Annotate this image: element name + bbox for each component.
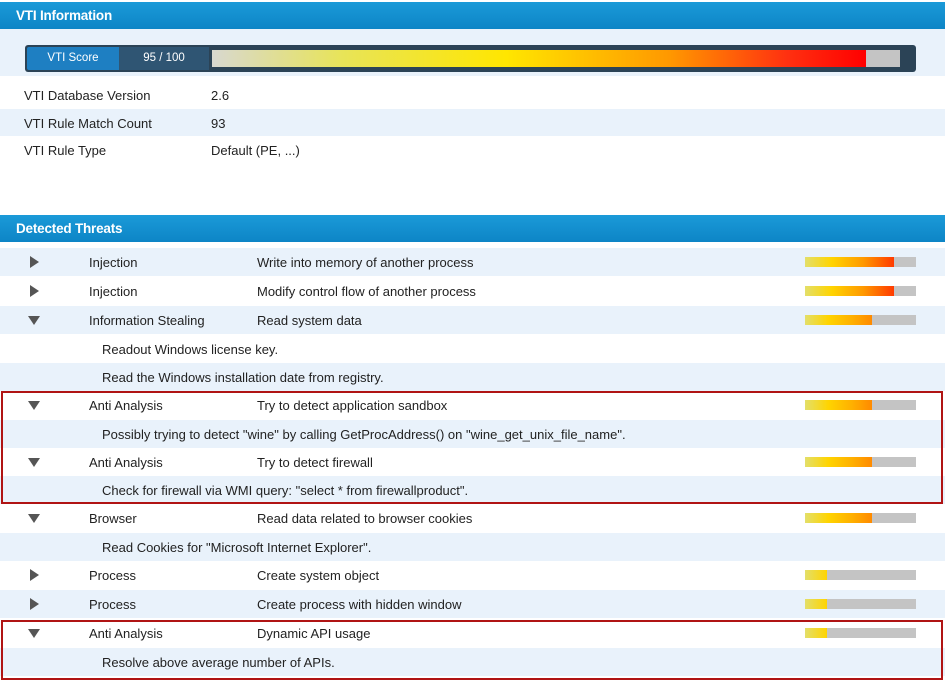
expand-arrow-icon[interactable] [27,255,41,269]
severity-bar [805,400,916,410]
db-version-value: 2.6 [211,88,230,103]
severity-fill [805,286,894,296]
vti-score-panel: VTI Score 95 / 100 [0,29,945,76]
vti-score-track [212,50,900,67]
collapse-arrow-icon[interactable] [27,313,41,327]
db-version-label: VTI Database Version [24,88,151,103]
threat-detail: Readout Windows license key. [0,335,945,363]
threat-detail: Resolve above average number of APIs. [0,648,945,676]
rule-count-label: VTI Rule Match Count [24,116,152,131]
collapse-arrow-icon[interactable] [27,511,41,525]
threat-category: Anti Analysis [89,626,163,641]
vti-score-bar: VTI Score 95 / 100 [25,45,916,72]
severity-bar [805,315,916,325]
threat-detail-text: Read the Windows installation date from … [102,370,384,385]
threat-row[interactable]: Information Stealing Read system data [0,306,945,334]
threat-category: Process [89,597,136,612]
severity-bar [805,513,916,523]
collapse-arrow-icon[interactable] [27,455,41,469]
threat-description: Modify control flow of another process [257,284,476,299]
threat-category: Injection [89,284,138,299]
threat-row[interactable]: Process Create process with hidden windo… [0,590,945,618]
threat-row[interactable]: Anti Analysis Dynamic API usage [0,619,945,647]
severity-fill [805,513,872,523]
threat-category: Process [89,568,136,583]
expand-arrow-icon[interactable] [27,597,41,611]
severity-fill [805,570,828,580]
expand-arrow-icon[interactable] [27,568,41,582]
detected-threats-header: Detected Threats [0,215,945,242]
threat-detail-text: Read Cookies for "Microsoft Internet Exp… [102,540,372,555]
severity-fill [805,457,872,467]
vti-score-label: VTI Score [27,47,119,70]
severity-fill [805,400,872,410]
severity-fill [805,257,894,267]
threat-detail-text: Readout Windows license key. [102,342,279,357]
threat-row[interactable]: Anti Analysis Try to detect application … [0,391,945,419]
threat-row[interactable]: Injection Modify control flow of another… [0,277,945,305]
threat-detail-text: Check for firewall via WMI query: "selec… [102,483,469,498]
threat-description: Read data related to browser cookies [257,511,473,526]
threat-category: Information Stealing [89,313,205,328]
threat-description: Try to detect firewall [257,455,373,470]
vti-information-header: VTI Information [0,2,945,29]
threat-detail: Read the Windows installation date from … [0,363,945,391]
threat-detail: Check for firewall via WMI query: "selec… [0,476,945,504]
rule-type-row: VTI Rule Type Default (PE, ...) [0,136,945,164]
threat-detail-text: Resolve above average number of APIs. [102,655,335,670]
threat-description: Write into memory of another process [257,255,474,270]
severity-bar [805,457,916,467]
threat-row[interactable]: Browser Read data related to browser coo… [0,504,945,532]
threat-row[interactable]: Anti Analysis Try to detect firewall [0,448,945,476]
threat-row[interactable]: Injection Write into memory of another p… [0,248,945,276]
threat-row[interactable]: Process Create system object [0,561,945,589]
collapse-arrow-icon[interactable] [27,398,41,412]
severity-bar [805,257,916,267]
threat-category: Anti Analysis [89,455,163,470]
threat-description: Dynamic API usage [257,626,371,641]
vti-score-value: 95 / 100 [119,47,209,70]
severity-bar [805,599,916,609]
severity-fill [805,315,872,325]
severity-fill [805,628,828,638]
vti-score-fill [212,50,866,67]
threat-description: Read system data [257,313,362,328]
severity-bar [805,628,916,638]
threat-description: Create system object [257,568,380,583]
rule-type-value: Default (PE, ...) [211,143,300,158]
threat-category: Injection [89,255,138,270]
severity-bar [805,570,916,580]
threat-category: Anti Analysis [89,398,163,413]
threat-description: Try to detect application sandbox [257,398,448,413]
threat-detail-text: Possibly trying to detect "wine" by call… [102,427,626,442]
rule-count-row: VTI Rule Match Count 93 [0,109,945,137]
threat-category: Browser [89,511,137,526]
db-version-row: VTI Database Version 2.6 [0,81,945,109]
collapse-arrow-icon[interactable] [27,626,41,640]
threat-description: Create process with hidden window [257,597,462,612]
expand-arrow-icon[interactable] [27,284,41,298]
severity-bar [805,286,916,296]
severity-fill [805,599,828,609]
threat-detail: Read Cookies for "Microsoft Internet Exp… [0,533,945,561]
threat-detail: Possibly trying to detect "wine" by call… [0,420,945,448]
rule-count-value: 93 [211,116,226,131]
rule-type-label: VTI Rule Type [24,143,107,158]
